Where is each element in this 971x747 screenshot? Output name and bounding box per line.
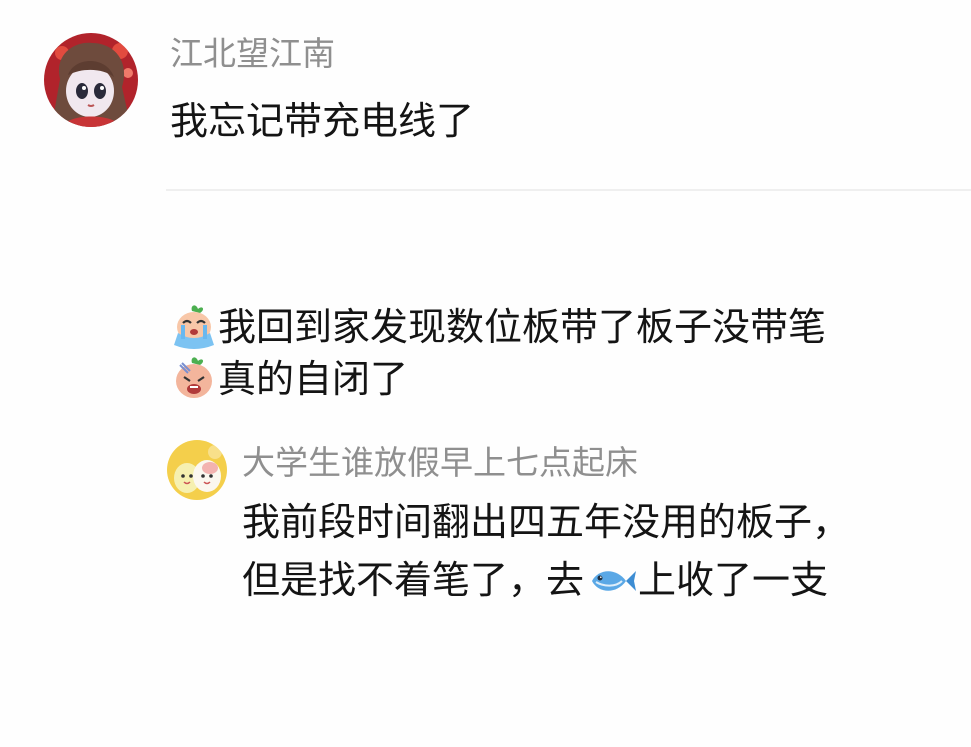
- nested-reply-text: 我前段时间翻出四五年没用的板子，: [242, 500, 851, 544]
- reply-text-line-1: 我回到家发现数位板带了板子没带笔: [170, 303, 826, 351]
- fish-icon: [586, 562, 637, 598]
- reply-text-line-2: 真的自闭了: [170, 355, 408, 403]
- nested-reply-text-line-1: 我前段时间翻出四五年没用的板子，: [242, 498, 850, 546]
- nested-reply-text-before: 但是找不着笔了，去: [242, 558, 585, 602]
- nested-reply-author[interactable]: 大学生谁放假早上七点起床: [242, 442, 638, 484]
- nested-user-avatar[interactable]: [167, 440, 227, 500]
- comment-thread: 江北望江南 我忘记带充电线了 我回到家发现数位板带了板子没带笔 真的自闭了 大学…: [0, 0, 971, 747]
- reply-text: 我回到家发现数位板带了板子没带笔: [218, 305, 827, 349]
- crying-sticker-icon: [170, 303, 218, 351]
- nested-reply: 大学生谁放假早上七点起床 我前段时间翻出四五年没用的板子， 但是找不着笔了，去 …: [160, 418, 900, 618]
- nested-reply-text-line-2: 但是找不着笔了，去 上收了一支: [242, 556, 828, 604]
- user-avatar[interactable]: [44, 33, 138, 127]
- sad-sticker-icon: [170, 355, 218, 403]
- nested-reply-text-after: 上收了一支: [638, 558, 829, 602]
- comment-text: 我忘记带充电线了: [170, 99, 475, 143]
- comment-author[interactable]: 江北望江南: [170, 33, 335, 75]
- reply-text: 真的自闭了: [218, 357, 409, 401]
- divider: [166, 189, 971, 191]
